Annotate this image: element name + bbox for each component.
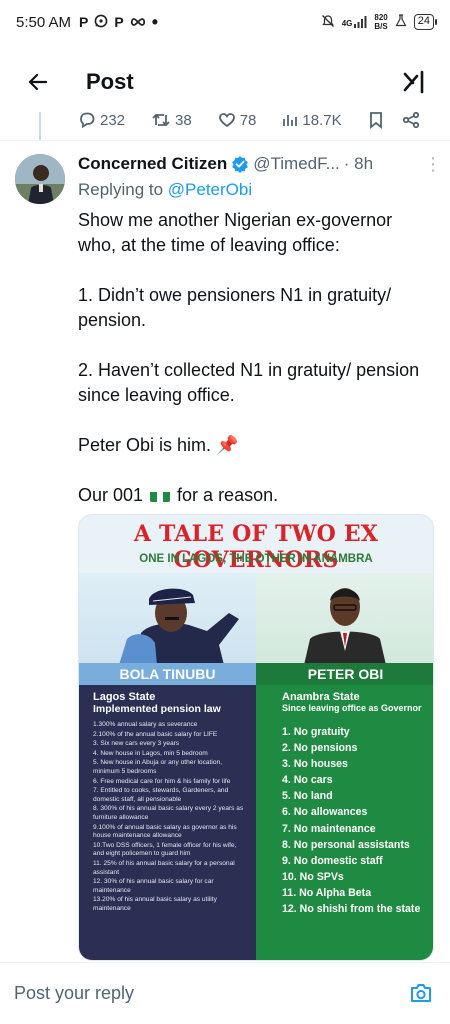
list-item: 4. No cars [282,774,333,787]
grok-button[interactable] [398,66,430,98]
back-button[interactable] [20,64,56,100]
reply-input[interactable] [14,982,406,1004]
status-time: 5:50 AM [16,13,72,31]
author-handle[interactable]: @TimedF... [253,154,340,174]
image-subtitle: ONE IN LAGOS, THE OTHER IN ANAMBRA [139,553,373,565]
post-image[interactable]: A TALE OF TWO EX GOVERNORS ONE IN LAGOS,… [78,514,434,961]
post-author-row: Concerned Citizen @TimedF... · 8h ⋮ [78,152,442,176]
list-item: 9.100% of annual basic salary as governo… [93,823,237,840]
list-item: 7. No maintenance [282,822,376,835]
infinity-icon [130,14,146,30]
post-paragraph: Peter Obi is him. 📌 [78,435,239,455]
status-bar: 5:50 AM P P • 4G 820 B/S 24 [0,0,450,44]
list-item: 9. No domestic staff [282,854,383,867]
heart-icon [218,113,235,128]
previous-post-actions: 232 38 78 18.7K [78,108,438,132]
list-item: 6. Free medical care for him & his famil… [93,777,231,785]
battery-indicator: 24 [413,14,438,30]
signal-icon: 4G [342,16,368,28]
right-subtitle: Since leaving office as Governor [282,703,422,713]
tinubu-photo [79,573,256,665]
post-paragraph: 1. Didn’t owe pensioners N1 in gratuity/… [78,285,392,330]
p-app-icon: P [114,14,124,30]
right-name-banner: PETER OBI [256,663,433,685]
list-item: 5. New house in Abuja or any other locat… [93,759,223,775]
bookmark-icon [369,112,382,129]
list-item: 8. 300% of his annual basic salary every… [93,805,244,821]
list-item: 2.100% of the annual basic salary for LI… [93,730,218,738]
page-title: Post [86,69,134,94]
left-subtitle: Implemented pension law [93,703,221,715]
top-bar: Post [0,52,450,112]
right-comparison-panel: Anambra State Since leaving office as Go… [256,685,433,960]
share-action[interactable] [402,111,420,129]
p-app-icon: P [79,14,89,30]
camera-button[interactable] [406,978,436,1008]
notification-icons: P P • [79,12,159,32]
list-item: 11. No Alpha Beta [282,886,372,899]
list-item: 5. No land [282,790,333,803]
more-options-button[interactable]: ⋮ [424,155,442,173]
arrow-left-icon [28,73,48,91]
mention-link[interactable]: @PeterObi [168,180,252,199]
list-item: 3. No houses [282,758,348,771]
list-item: 1.300% annual salary as severance [93,721,198,728]
reply-composer [0,968,450,1018]
list-item: 11. 25% of his annual basic salary for a… [93,859,235,876]
mute-icon [321,14,335,31]
list-item: 10. No SPVs [282,870,344,883]
left-state: Lagos State [93,691,156,703]
system-icons: 4G 820 B/S 24 [321,13,438,31]
list-item: 12. 30% of his annual basic salary for c… [93,878,214,894]
divider [0,962,450,963]
post-paragraph: Our 001 for a reason. [78,485,279,505]
verified-badge-icon [231,155,249,173]
post-paragraph: 2. Haven’t collected N1 in gratuity/ pen… [78,360,420,405]
dot-icon: • [151,12,159,32]
nigeria-flag-icon [150,488,171,502]
list-item: 12. No shishi from the state [282,903,421,916]
avatar[interactable] [15,154,65,204]
views-action[interactable]: 18.7K [282,112,342,129]
post-paragraph: Show me another Nigerian ex-governor who… [78,210,393,255]
grok-icon [403,70,424,94]
left-list: 1.300% annual salary as severance 2.100%… [93,721,248,913]
profile-photo-icon [15,154,65,204]
list-item: 2. No pensions [282,742,358,755]
repost-action[interactable]: 38 [151,111,192,129]
replying-to: Replying to @PeterObi [78,180,253,199]
image-title: A TALE OF TWO EX GOVERNORS [133,521,379,573]
camera-icon [411,984,431,1002]
whatsapp-icon [94,14,108,31]
reply-action[interactable]: 232 [78,111,125,129]
post-text: Show me another Nigerian ex-governor who… [78,208,433,533]
right-state: Anambra State [282,691,360,703]
list-item: 6. No allowances [282,806,368,819]
left-comparison-panel: Lagos State Implemented pension law 1.30… [79,685,256,960]
divider [0,140,450,141]
analytics-icon [283,115,298,126]
list-item: 7. Entitled to cooks, stewards, Gardener… [93,787,229,803]
like-action[interactable]: 78 [218,111,256,129]
obi-photo [256,573,433,665]
share-icon [402,111,419,129]
left-name-banner: BOLA TINUBU [79,663,256,685]
list-item: 13.20% of his annual basic salary as uti… [93,896,217,912]
flask-icon [395,14,407,30]
author-name[interactable]: Concerned Citizen [78,154,227,174]
list-item: 8. No personal assistants [282,838,410,851]
post-time: · 8h [343,154,374,173]
right-list: 1. No gratuity 2. No pensions 3. No hous… [282,724,427,917]
network-speed: 820 B/S [374,13,388,31]
list-item: 1. No gratuity [282,726,350,738]
list-item: 4. New house in Lagos, min 5 bedroom [93,749,208,757]
list-item: 10.Two DSS officers, 1 female officer fo… [93,841,237,858]
comment-icon [80,112,95,129]
repost-icon [152,113,170,127]
thread-connector [39,112,41,140]
list-item: 3. Six new cars every 3 years [93,740,180,748]
bookmark-action[interactable] [368,111,384,129]
